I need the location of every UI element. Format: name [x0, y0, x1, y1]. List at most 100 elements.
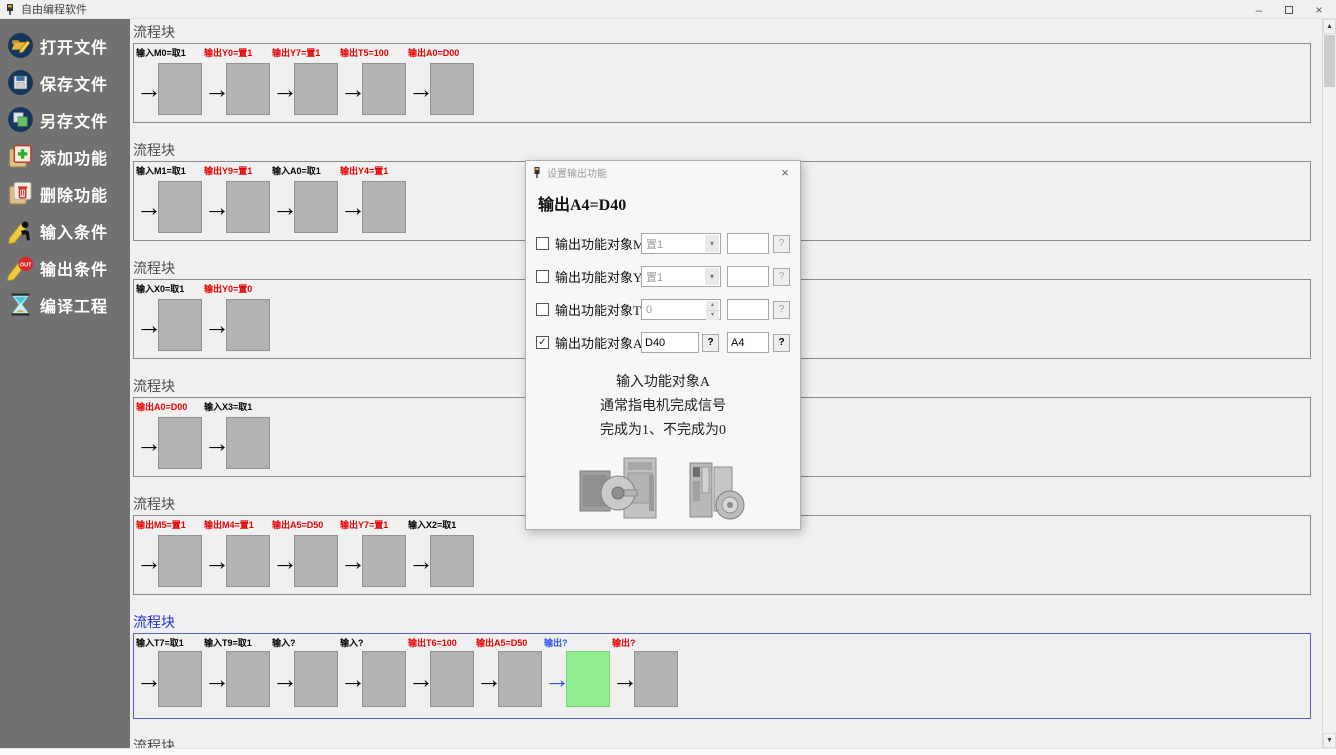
- delete-function-icon: [7, 180, 34, 207]
- checkbox[interactable]: [536, 303, 549, 316]
- flow-block[interactable]: [226, 181, 270, 233]
- flow-block[interactable]: [158, 535, 202, 587]
- row-text: ?: [641, 332, 721, 353]
- titlebar: 自由编程软件 – ×: [0, 0, 1336, 19]
- minimize-button[interactable]: –: [1244, 0, 1274, 19]
- scroll-down-icon[interactable]: ▼: [1323, 733, 1336, 748]
- flow-block[interactable]: [430, 651, 474, 707]
- flow-block[interactable]: [226, 63, 270, 115]
- flow-block[interactable]: [226, 535, 270, 587]
- flow-section[interactable]: 流程块输入M0=取1→输出Y0=置1→输出Y7=置1→输出T5=100→输出A0…: [133, 25, 1322, 123]
- flow-step-label: 输出A5=D50: [272, 519, 340, 532]
- sidebar-item[interactable]: 编译工程: [0, 286, 130, 323]
- row-dropdown: 置1▾: [641, 233, 721, 254]
- flow-step: 输入X2=取1→: [408, 519, 476, 594]
- flow-block[interactable]: [294, 63, 338, 115]
- flow-section[interactable]: 流程块: [133, 739, 1322, 748]
- sidebar-item[interactable]: 添加功能: [0, 138, 130, 175]
- output-settings-dialog: 设置输出功能 × 输出A4=D40 输出功能对象M置1▾?输出功能对象Y置1▾?…: [525, 160, 801, 530]
- help-button[interactable]: ?: [702, 334, 719, 352]
- flow-step: 输出T6=100→: [408, 637, 476, 718]
- flow-block[interactable]: [566, 651, 610, 707]
- flow-step-label: 输入T9=取1: [204, 637, 272, 650]
- flow-block[interactable]: [158, 299, 202, 351]
- flow-block[interactable]: [498, 651, 542, 707]
- sidebar-item[interactable]: 保存文件: [0, 64, 130, 101]
- primary-value-input[interactable]: [641, 332, 699, 353]
- flow-section[interactable]: 流程块输入T7=取1→输入T9=取1→输入?→输入?→输出T6=100→输出A5…: [133, 615, 1322, 719]
- flow-step-label: 输出A5=D50: [476, 637, 544, 650]
- sidebar-item-label: 输出条件: [40, 256, 108, 280]
- vertical-scrollbar[interactable]: ▲ ▼: [1322, 19, 1336, 748]
- flow-block[interactable]: [226, 651, 270, 707]
- dialog-rows: 输出功能对象M置1▾?输出功能对象Y置1▾?输出功能对象T0▴▾?✓输出功能对象…: [526, 217, 800, 359]
- checkbox[interactable]: ✓: [536, 336, 549, 349]
- flow-block[interactable]: [634, 651, 678, 707]
- sidebar-item[interactable]: 输入条件: [0, 212, 130, 249]
- flow-block[interactable]: [158, 651, 202, 707]
- dropdown[interactable]: 置1▾: [641, 266, 721, 287]
- servo-drive-motor-image: [686, 461, 748, 523]
- help-button[interactable]: ?: [773, 268, 790, 286]
- flow-step: 输出Y7=置1→: [340, 519, 408, 594]
- dialog-note-line: 完成为1、不完成为0: [526, 419, 800, 443]
- scroll-up-icon[interactable]: ▲: [1323, 19, 1336, 34]
- app-title: 自由编程软件: [21, 1, 87, 17]
- spinner[interactable]: 0▴▾: [641, 299, 721, 320]
- flow-block[interactable]: [158, 63, 202, 115]
- flow-block[interactable]: [430, 535, 474, 587]
- aux-value-input[interactable]: [727, 299, 769, 320]
- checkbox[interactable]: [536, 237, 549, 250]
- sidebar-item-label: 编译工程: [40, 293, 108, 317]
- arrow-icon: →: [204, 63, 226, 115]
- flow-block[interactable]: [430, 63, 474, 115]
- flow-step: 输入T9=取1→: [204, 637, 272, 718]
- flow-block[interactable]: [362, 651, 406, 707]
- help-button[interactable]: ?: [773, 235, 790, 253]
- aux-value-input[interactable]: [727, 332, 769, 353]
- flow-block[interactable]: [226, 417, 270, 469]
- flow-step-label: 输入A0=取1: [272, 165, 340, 178]
- scroll-thumb[interactable]: [1324, 35, 1335, 87]
- flow-block[interactable]: [294, 181, 338, 233]
- sidebar-item[interactable]: 另存文件: [0, 101, 130, 138]
- flow-block[interactable]: [294, 535, 338, 587]
- sidebar-item[interactable]: OUT输出条件: [0, 249, 130, 286]
- sidebar-item-label: 打开文件: [40, 34, 108, 58]
- arrow-icon: →: [612, 653, 634, 705]
- checkbox[interactable]: [536, 270, 549, 283]
- close-button[interactable]: ×: [1304, 0, 1334, 19]
- arrow-icon: →: [476, 653, 498, 705]
- arrow-icon: →: [204, 417, 226, 469]
- flow-block[interactable]: [362, 181, 406, 233]
- flow-step: 输出Y9=置1→: [204, 165, 272, 240]
- dropdown[interactable]: 置1▾: [641, 233, 721, 254]
- aux-value-input[interactable]: [727, 266, 769, 287]
- arrow-icon: →: [136, 63, 158, 115]
- sidebar-item[interactable]: 删除功能: [0, 175, 130, 212]
- flow-block[interactable]: [226, 299, 270, 351]
- flow-step-label: 输出A0=D00: [136, 401, 204, 414]
- arrow-icon: →: [272, 535, 294, 587]
- flow-block[interactable]: [362, 535, 406, 587]
- maximize-button[interactable]: [1274, 0, 1304, 19]
- spinner-arrows-icon[interactable]: ▴▾: [706, 301, 719, 318]
- aux-value-input[interactable]: [727, 233, 769, 254]
- help-button[interactable]: ?: [773, 334, 790, 352]
- flow-step-label: 输出?: [544, 637, 612, 650]
- flow-step-label: 输出Y0=置0: [204, 283, 272, 296]
- output-target-label: 输出功能对象M: [555, 234, 641, 253]
- output-target-label: 输出功能对象A: [555, 333, 641, 352]
- flow-block[interactable]: [158, 417, 202, 469]
- flow-block[interactable]: [294, 651, 338, 707]
- flow-step: 输出A0=D00→: [136, 401, 204, 476]
- arrow-icon: →: [272, 653, 294, 705]
- flow-block[interactable]: [362, 63, 406, 115]
- sidebar-item[interactable]: 打开文件: [0, 27, 130, 64]
- help-button[interactable]: ?: [773, 301, 790, 319]
- flow-block[interactable]: [158, 181, 202, 233]
- output-target-label: 输出功能对象Y: [555, 267, 641, 286]
- arrow-icon: →: [204, 181, 226, 233]
- dropdown-arrow-icon: ▾: [705, 235, 719, 252]
- dialog-close-button[interactable]: ×: [776, 165, 794, 180]
